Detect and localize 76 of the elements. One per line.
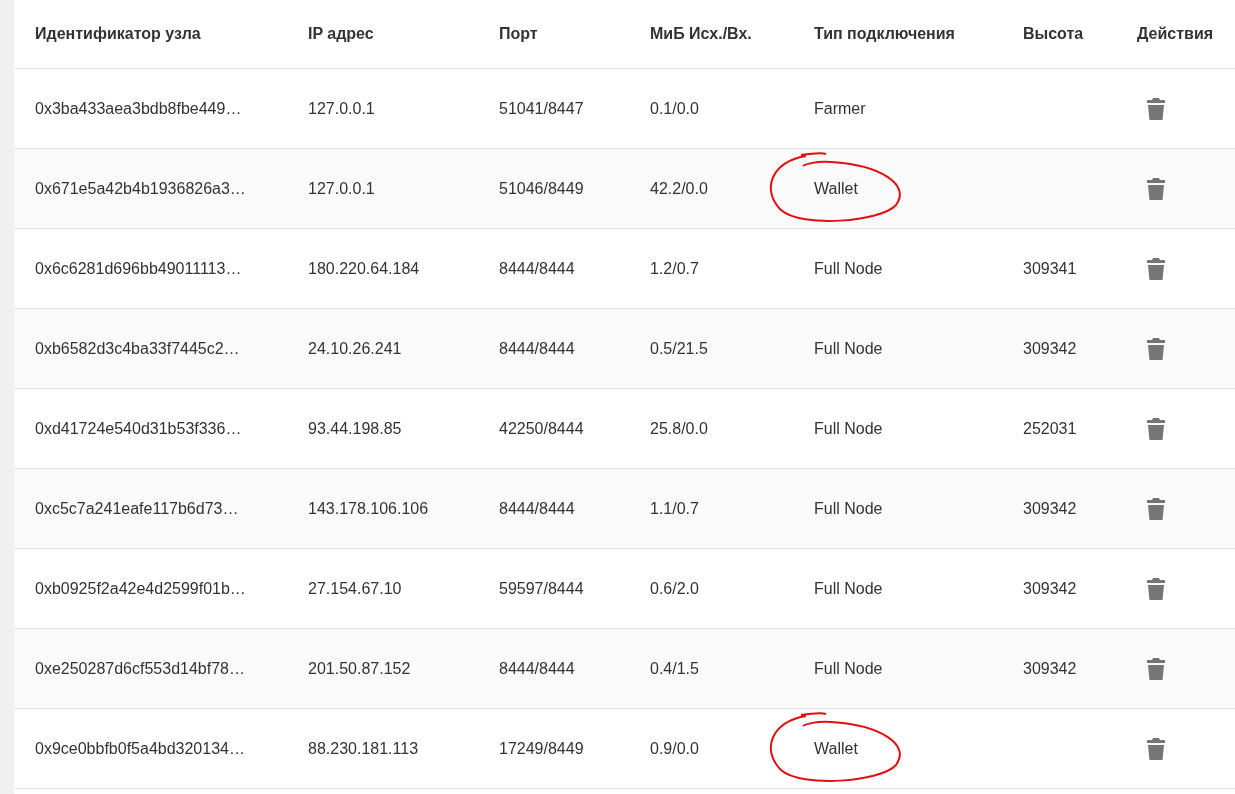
table-cell: Full Node — [814, 579, 883, 597]
column-header: Действия — [1136, 25, 1215, 43]
table-cell-text: 143.178.106.106 — [307, 499, 430, 518]
delete-button[interactable] — [1145, 416, 1167, 441]
table-cell-text: 0x671e5a42b4b1936826a3… — [34, 179, 247, 198]
trash-icon — [1147, 737, 1165, 760]
delete-button[interactable] — [1145, 736, 1167, 761]
table-cell-text: 0x9ce0bbfb0f5a4bd320134… — [34, 739, 246, 758]
table-cell-text: 309341 — [1022, 259, 1078, 278]
column-header: МиБ Исх./Вх. — [649, 25, 753, 43]
table-cell-text: 51046/8449 — [498, 179, 585, 198]
table-cell-text: 180.220.64.184 — [307, 259, 421, 278]
table-cell-text: 42.2/0.0 — [649, 179, 709, 198]
table-cell-text: 8444/8444 — [498, 259, 576, 278]
table-cell-text: 93.44.198.85 — [307, 419, 403, 438]
delete-button[interactable] — [1145, 496, 1167, 521]
table-cell: Full Node — [814, 419, 883, 437]
table-cell: Farmer — [814, 99, 866, 117]
table-cell-text: 8444/8444 — [498, 659, 576, 678]
table-cell-text: 0.5/21.5 — [649, 339, 709, 358]
trash-icon — [1147, 497, 1165, 520]
delete-button[interactable] — [1145, 576, 1167, 601]
column-header: Идентификатор узла — [34, 25, 202, 43]
column-header: IP адрес — [307, 25, 375, 43]
trash-icon — [1147, 337, 1165, 360]
table-cell-text: 42250/8444 — [498, 419, 585, 438]
table-cell-text: 0xb6582d3c4ba33f7445c2… — [34, 339, 241, 358]
delete-button[interactable] — [1145, 96, 1167, 121]
column-header: Порт — [498, 25, 539, 43]
table-cell-text: 0.1/0.0 — [649, 99, 700, 118]
table-cell-text: 27.154.67.10 — [307, 579, 403, 598]
table-cell-text: 17249/8449 — [498, 739, 585, 758]
trash-icon — [1147, 257, 1165, 280]
trash-icon — [1147, 97, 1165, 120]
trash-icon — [1147, 657, 1165, 680]
table-cell-text: 309342 — [1022, 659, 1078, 678]
table-cell-text: 309342 — [1022, 339, 1078, 358]
table-cell-text: 127.0.0.1 — [307, 99, 376, 118]
table-cell-text: 252031 — [1022, 419, 1078, 438]
table-cell: Full Node — [814, 499, 883, 517]
table-cell-text: 1.1/0.7 — [649, 499, 700, 518]
table-cell-text: 8444/8444 — [498, 499, 576, 518]
table-cell-text: 59597/8444 — [498, 579, 585, 598]
table-cell-text: 0.9/0.0 — [649, 739, 700, 758]
delete-button[interactable] — [1145, 256, 1167, 281]
table-cell: Wallet — [814, 739, 858, 757]
table-cell-text: 8444/8444 — [498, 339, 576, 358]
trash-icon — [1147, 177, 1165, 200]
table-cell-text: 1.2/0.7 — [649, 259, 700, 278]
column-header: Высота — [1022, 25, 1085, 43]
table-cell-text: 0x3ba433aea3bdb8fbe449… — [34, 99, 243, 118]
table-cell-text: 0.4/1.5 — [649, 659, 700, 678]
table-cell-text: 309342 — [1022, 579, 1078, 598]
table-cell-text: 0.6/2.0 — [649, 579, 700, 598]
table-cell-text: 0xb0925f2a42e4d2599f01b… — [34, 579, 247, 598]
table-cell-text: 25.8/0.0 — [649, 419, 709, 438]
table-cell-text: 0xd41724e540d31b53f336… — [34, 419, 243, 438]
table-cell-text: 0x6c6281d696bb49011113… — [34, 259, 243, 278]
table-cell: Full Node — [814, 259, 883, 277]
table-cell-text: 24.10.26.241 — [307, 339, 403, 358]
table-cell: Full Node — [814, 659, 883, 677]
delete-button[interactable] — [1145, 336, 1167, 361]
table-cell: Full Node — [814, 339, 883, 357]
table-cell-text: 51041/8447 — [498, 99, 585, 118]
table-cell: Wallet — [814, 179, 858, 197]
trash-icon — [1147, 577, 1165, 600]
trash-icon — [1147, 417, 1165, 440]
column-header: Тип подключения — [813, 25, 956, 43]
table-cell-text: 309342 — [1022, 499, 1078, 518]
table-cell-text: 127.0.0.1 — [307, 179, 376, 198]
delete-button[interactable] — [1145, 176, 1167, 201]
table-cell-text: 0xc5c7a241eafe117b6d73… — [34, 499, 240, 518]
table-cell-text: 88.230.181.113 — [307, 739, 420, 758]
delete-button[interactable] — [1145, 656, 1167, 681]
table-cell-text: 0xe250287d6cf553d14bf78… — [34, 659, 246, 678]
table-cell-text: 201.50.87.152 — [307, 659, 412, 678]
